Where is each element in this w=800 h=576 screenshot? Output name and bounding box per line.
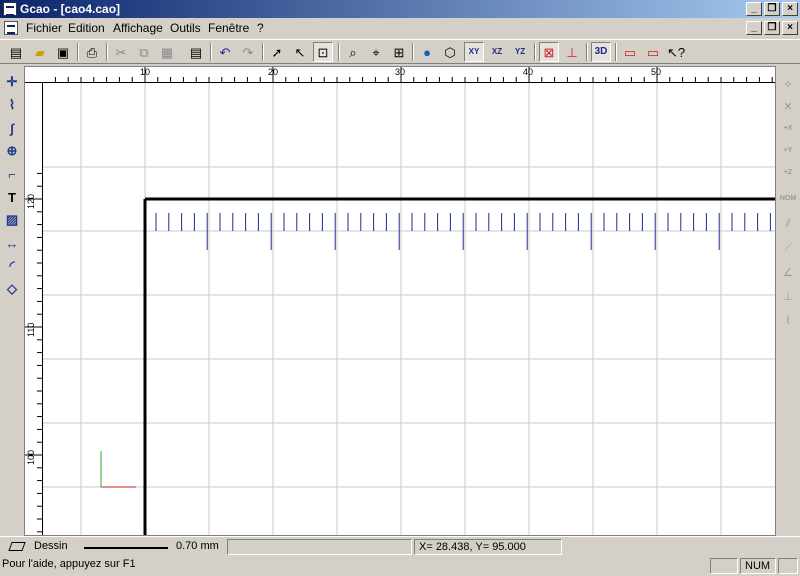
redo-icon[interactable]: ↷ [238, 42, 258, 62]
normal-icon[interactable]: NOM [778, 188, 798, 208]
ruler-label-50: 50 [651, 67, 662, 77]
perpendicular-icon[interactable]: ⊥ [778, 286, 798, 306]
axis-x-icon[interactable]: +X [778, 118, 798, 138]
frame-icon[interactable]: ▭ [620, 42, 640, 62]
line-width-label[interactable]: 0.70 mm [176, 540, 219, 552]
axis-y-icon[interactable]: +Y [778, 140, 798, 160]
curve-icon[interactable]: ∫ [2, 118, 22, 138]
plane-xz-icon[interactable]: XZ [487, 42, 507, 62]
angle-icon[interactable]: ∠ [778, 262, 798, 282]
text-icon[interactable]: T [2, 187, 22, 207]
coordinates-readout: X= 28.438, Y= 95.000 [414, 539, 562, 555]
open-icon[interactable]: ▰ [30, 42, 50, 62]
ruler-label-110: 110 [26, 322, 36, 337]
ruler-label-10: 10 [140, 67, 151, 77]
maximize-button[interactable]: ❐ [764, 2, 780, 16]
mode-label: Dessin [34, 540, 68, 552]
title-bar: Gcao - [cao4.cao] _ ❐ × [0, 0, 800, 18]
vertical-ruler-ticks [25, 172, 43, 533]
polyline-icon[interactable]: ⌇ [2, 95, 22, 115]
copy-icon[interactable]: ⧉ [134, 42, 154, 62]
arc-dimension-icon[interactable]: ◜ [2, 256, 22, 276]
menu-help[interactable]: ? [257, 21, 264, 35]
snap-intersection-icon[interactable]: ✕ [778, 96, 798, 116]
menu-fichier[interactable]: Fichier [26, 21, 62, 35]
horizontal-ruler: 10 20 30 40 50 [25, 67, 775, 83]
save-icon[interactable]: ▣ [53, 42, 73, 62]
select-arrow-icon[interactable]: ➚ [267, 42, 287, 62]
minimize-button[interactable]: _ [746, 2, 762, 16]
main-toolbar: ▤ ▰ ▣ ⎙ ✂ ⧉ ▦ ▤ ↶ ↷ ➚ ↖ ⊡ ⌕ ⌖ ⊞ ● ⬡ XY X… [0, 39, 800, 64]
vertical-ruler: 120 110 100 [25, 83, 43, 535]
drawing-tools-panel: ✛ ⌇ ∫ ⊕ ⌐ T ▨ ↔ ◜ ◇ [0, 66, 24, 536]
document-icon[interactable] [4, 21, 18, 35]
status-caps [710, 558, 738, 574]
transform-icon[interactable]: ⌐ [2, 164, 22, 184]
status-scroll [778, 558, 798, 574]
canvas-drawing [43, 83, 775, 535]
ruler-label-120: 120 [26, 193, 36, 209]
frame-3d-icon[interactable]: ▭ [643, 42, 663, 62]
line-width-sample [84, 547, 168, 549]
properties-icon[interactable]: ▤ [186, 42, 206, 62]
snap-point-icon[interactable]: ⊥ [562, 42, 582, 62]
zoom-move-icon[interactable]: ⌖ [366, 42, 386, 62]
tangent-icon[interactable]: ⟋ [778, 238, 798, 258]
print-icon[interactable]: ⎙ [82, 42, 102, 62]
help-context-icon[interactable]: ↖? [666, 42, 686, 62]
parallel-icon[interactable]: ⫽ [778, 214, 798, 234]
snap-grid-icon[interactable]: ⊠ [539, 42, 559, 62]
eraser-icon[interactable]: ◇ [2, 279, 22, 299]
menu-affichage[interactable]: Affichage [113, 21, 163, 35]
property-bar: Dessin 0.70 mm X= 28.438, Y= 95.000 [0, 536, 800, 556]
snap-end-icon[interactable]: ✧ [778, 74, 798, 94]
zoom-grid-icon[interactable]: ⊞ [389, 42, 409, 62]
menu-fenetre[interactable]: Fenêtre [208, 21, 249, 35]
axis-z-icon[interactable]: +Z [778, 162, 798, 182]
plane-xy-icon[interactable]: XY [464, 42, 484, 62]
zoom-window-icon[interactable]: ⊡ [313, 42, 333, 62]
hatch-icon[interactable]: ▨ [2, 210, 22, 230]
globe-icon[interactable]: ● [417, 42, 437, 62]
ruler-label-30: 30 [395, 67, 406, 77]
ruler-label-100: 100 [26, 449, 36, 465]
paste-icon[interactable]: ▦ [157, 42, 177, 62]
cut-icon[interactable]: ✂ [111, 42, 131, 62]
status-num: NUM [740, 558, 776, 574]
menu-edition[interactable]: Edition [68, 21, 105, 35]
menu-bar: Fichier Edition Affichage Outils Fenêtre… [0, 18, 800, 38]
circle-icon[interactable]: ⊕ [2, 141, 22, 161]
curve-snap-icon[interactable]: ⌇ [778, 310, 798, 330]
new-icon[interactable]: ▤ [6, 42, 26, 62]
3d-icon[interactable]: 3D [591, 42, 611, 62]
layer-icon [8, 542, 26, 551]
doc-minimize-button[interactable]: _ [746, 21, 762, 35]
edit-arrow-icon[interactable]: ↖ [290, 42, 310, 62]
status-panel-empty [227, 539, 412, 555]
plane-yz-icon[interactable]: YZ [510, 42, 530, 62]
app-icon[interactable] [3, 2, 17, 16]
ruler-label-20: 20 [268, 67, 279, 77]
status-bar: Pour l'aide, appuyez sur F1 NUM [0, 556, 800, 576]
dimension-icon[interactable]: ↔ [2, 233, 22, 253]
doc-restore-button[interactable]: ❐ [764, 21, 780, 35]
zoom-icon[interactable]: ⌕ [343, 42, 363, 62]
ruler-label-40: 40 [523, 67, 534, 77]
doc-close-button[interactable]: × [782, 21, 798, 35]
snap-tools-panel: ✧ ✕ +X +Y +Z NOM ⫽ ⟋ ∠ ⊥ ⌇ [776, 66, 800, 536]
window-title: Gcao - [cao4.cao] [20, 2, 121, 16]
cube-icon[interactable]: ⬡ [440, 42, 460, 62]
menu-outils[interactable]: Outils [170, 21, 201, 35]
point-icon[interactable]: ✛ [2, 72, 22, 92]
undo-icon[interactable]: ↶ [215, 42, 235, 62]
close-button[interactable]: × [782, 2, 798, 16]
help-text: Pour l'aide, appuyez sur F1 [2, 558, 136, 570]
drawing-canvas[interactable]: 10 20 30 40 50 120 110 100 [24, 66, 776, 536]
